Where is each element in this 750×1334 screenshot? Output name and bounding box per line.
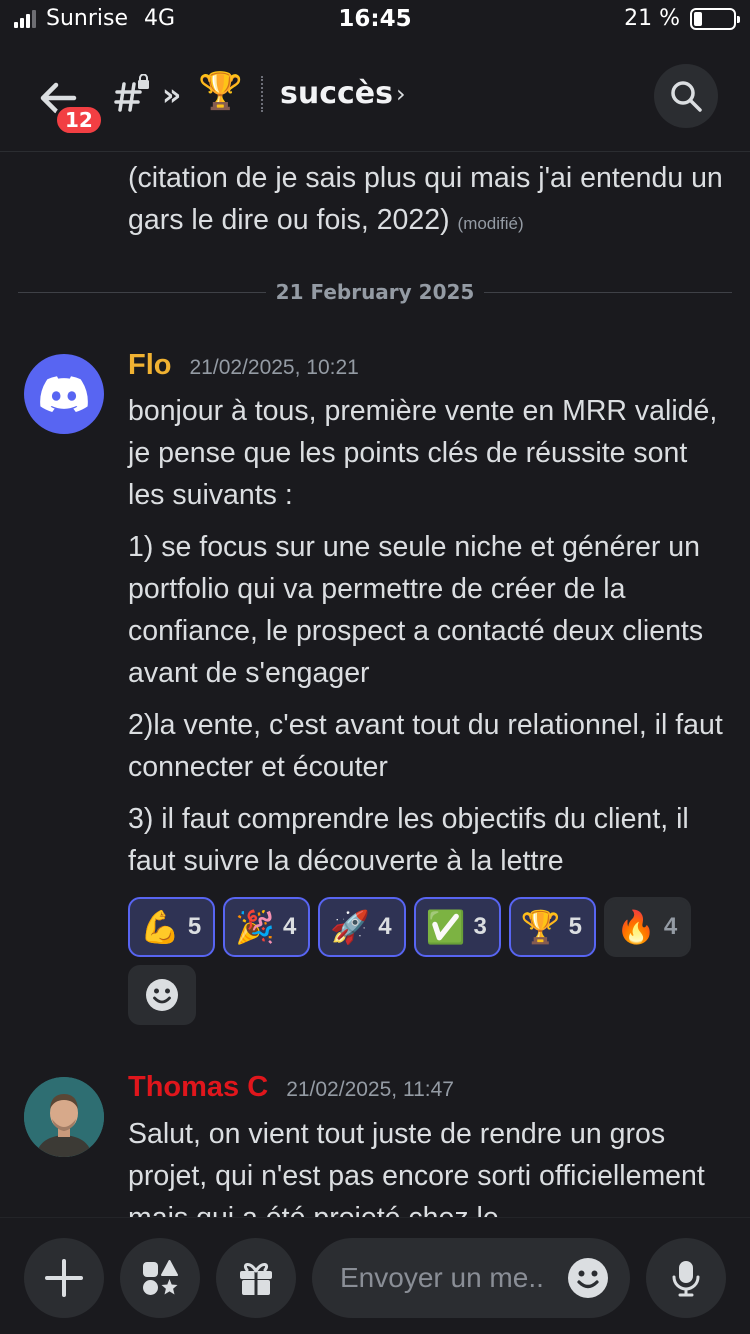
- message-list[interactable]: (citation de je sais plus qui mais j'ai …: [0, 153, 750, 1217]
- message-input-container: [312, 1238, 630, 1318]
- date-divider: 21 February 2025: [18, 277, 732, 307]
- reaction-emoji: 🎉: [235, 908, 276, 946]
- reaction-fire[interactable]: 🔥 4: [604, 897, 692, 957]
- message-timestamp: 21/02/2025, 10:21: [189, 356, 359, 379]
- emoji-icon[interactable]: [566, 1256, 610, 1300]
- message-paragraph: bonjour à tous, première vente en MRR va…: [128, 395, 718, 511]
- user-photo: [24, 1077, 104, 1157]
- gift-icon: [240, 1263, 272, 1295]
- emoji-icon: [146, 979, 178, 1011]
- status-bar: Sunrise 4G 16:45 21 %: [0, 0, 750, 40]
- message-paragraph: 2)la vente, c'est avant tout du relation…: [128, 709, 723, 783]
- add-reaction-button[interactable]: [128, 965, 196, 1025]
- reaction-count: 4: [283, 913, 297, 940]
- reaction-emoji: 🏆: [520, 908, 561, 946]
- message-header: Flo 21/02/2025, 10:21: [128, 349, 359, 382]
- locked-hash-icon: [114, 73, 150, 114]
- plus-icon: [45, 1259, 83, 1297]
- channel-emoji: 🏆: [198, 71, 243, 112]
- author-name[interactable]: Thomas C: [128, 1071, 268, 1104]
- reaction-emoji: 🔥: [616, 908, 656, 946]
- gift-button[interactable]: [216, 1238, 296, 1318]
- reaction-emoji: 🚀: [330, 908, 371, 946]
- discord-logo-icon: [40, 376, 88, 412]
- message-composer: [0, 1217, 750, 1334]
- reaction-emoji: 💪: [140, 908, 180, 946]
- breadcrumb-chevron: »: [162, 78, 182, 113]
- reaction-count: 4: [663, 913, 678, 940]
- reaction-flexed-biceps[interactable]: 💪 5: [128, 897, 216, 957]
- reaction-check-mark[interactable]: ✅ 3: [413, 897, 501, 957]
- reaction-party-popper[interactable]: 🎉 4: [223, 897, 311, 957]
- avatar[interactable]: [24, 354, 104, 434]
- channel-details-chevron[interactable]: ›: [396, 80, 406, 108]
- reaction-count: 3: [473, 913, 487, 940]
- reaction-emoji: ✅: [425, 908, 466, 946]
- reaction-count: 4: [378, 913, 392, 940]
- message-body: Salut, on vient tout juste de rendre un …: [128, 1118, 705, 1217]
- channel-header: 12 » 🏆 succès ›: [0, 40, 750, 152]
- microphone-icon: [672, 1261, 700, 1297]
- edited-label: (modifié): [457, 214, 524, 233]
- apps-icon: [143, 1260, 178, 1295]
- reaction-trophy[interactable]: 🏆 5: [508, 897, 597, 957]
- message-timestamp: 21/02/2025, 11:47: [286, 1078, 454, 1101]
- reaction-rocket[interactable]: 🚀 4: [318, 897, 406, 957]
- message-text: (citation de je sais plus qui mais j'ai …: [128, 162, 723, 236]
- reaction-count: 5: [187, 913, 202, 940]
- unread-badge: 12: [54, 104, 104, 136]
- attach-button[interactable]: [24, 1238, 104, 1318]
- channel-name[interactable]: succès: [280, 76, 393, 111]
- avatar[interactable]: [24, 1077, 104, 1157]
- reaction-bar: 💪 5 🎉 4 🚀 4 ✅ 3 🏆 5 🔥 4: [128, 897, 728, 1025]
- voice-message-button[interactable]: [646, 1238, 726, 1318]
- battery-icon: [690, 7, 740, 30]
- author-name[interactable]: Flo: [128, 349, 172, 382]
- previous-message: (citation de je sais plus qui mais j'ai …: [128, 157, 728, 245]
- header-separator: [261, 76, 263, 112]
- reaction-count: 5: [568, 913, 583, 940]
- search-button[interactable]: [654, 64, 718, 128]
- battery-percent: 21 %: [624, 6, 680, 31]
- message-paragraph: 3) il faut comprendre les objectifs du c…: [128, 803, 689, 877]
- status-right: 21 %: [624, 6, 740, 31]
- message-body: bonjour à tous, première vente en MRR va…: [128, 390, 728, 892]
- search-icon: [671, 81, 702, 112]
- message-input[interactable]: [340, 1258, 550, 1298]
- apps-button[interactable]: [120, 1238, 200, 1318]
- message-paragraph: 1) se focus sur une seule niche et génér…: [128, 531, 704, 689]
- message-header: Thomas C 21/02/2025, 11:47: [128, 1071, 454, 1104]
